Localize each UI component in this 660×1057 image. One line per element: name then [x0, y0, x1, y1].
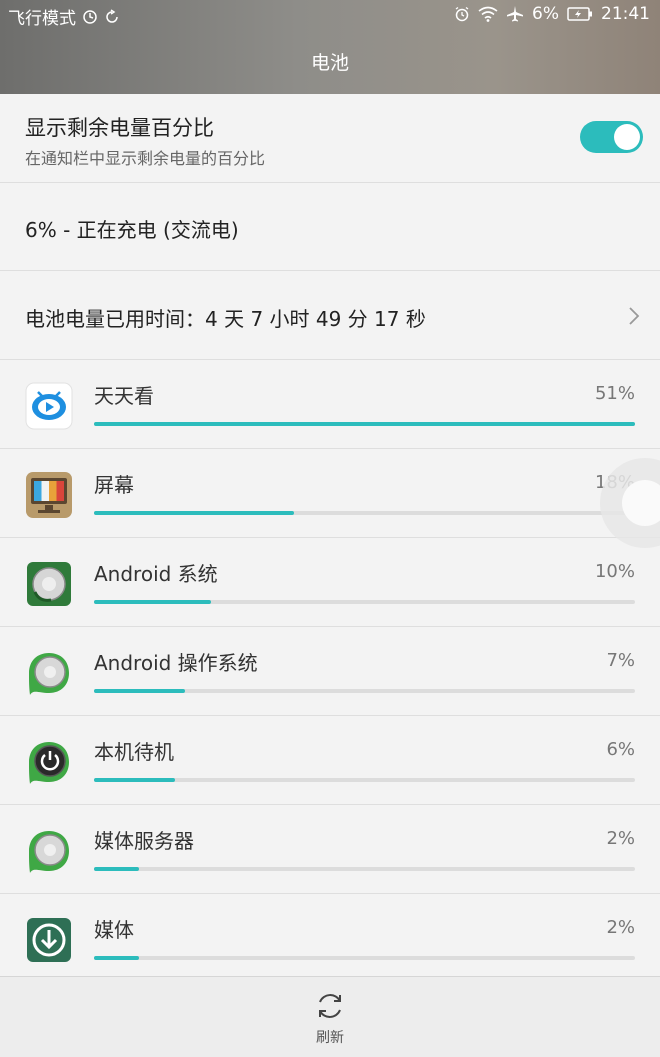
- refresh-label: 刷新: [316, 1030, 344, 1046]
- media-server-icon: [29, 831, 69, 873]
- video-app-icon: [25, 382, 73, 430]
- battery-usage-time-row[interactable]: 电池电量已用时间：4 天 7 小时 49 分 17 秒: [0, 271, 660, 360]
- status-right: 6% 21:41: [454, 4, 650, 24]
- usage-bar-track: [94, 867, 635, 871]
- app-name: 媒体: [94, 918, 134, 942]
- app-percent: 2%: [606, 917, 635, 938]
- usage-bar-fill: [94, 600, 212, 604]
- usage-bar-fill: [94, 422, 635, 426]
- app-name: 屏幕: [94, 473, 134, 497]
- android-system-icon: [27, 562, 71, 606]
- refresh-icon: [319, 994, 341, 1018]
- page-title: 电池: [310, 52, 349, 74]
- usage-bar-track: [94, 956, 635, 960]
- usage-bar-fill: [94, 867, 139, 871]
- app-percent: 51%: [594, 383, 635, 404]
- battery-charging-icon: [567, 7, 592, 21]
- app-name: 本机待机: [94, 740, 174, 764]
- app-percent: 2%: [606, 828, 635, 849]
- airplane-icon: [507, 6, 524, 22]
- alarm-icon: [455, 6, 469, 22]
- charge-status-row: 6% - 正在充电 (交流电): [0, 183, 660, 271]
- app-percent: 10%: [594, 561, 635, 582]
- media-icon: [27, 918, 71, 962]
- usage-bar-track: [94, 689, 635, 693]
- clock: 21:41: [601, 4, 650, 24]
- refresh-button[interactable]: 刷新: [290, 989, 370, 1055]
- battery-percent-status: 6%: [532, 4, 559, 24]
- usage-bar-track: [94, 778, 635, 782]
- app-row[interactable]: Android 系统 10%: [0, 538, 660, 627]
- rotate-icon: [106, 8, 118, 23]
- show-percentage-title: 显示剩余电量百分比: [25, 116, 214, 140]
- screen-icon: [26, 472, 72, 518]
- usage-bar-track: [94, 422, 635, 426]
- usage-bar-fill: [94, 689, 185, 693]
- show-percentage-subtitle: 在通知栏中显示剩余电量的百分比: [25, 149, 266, 168]
- battery-content: 显示剩余电量百分比 在通知栏中显示剩余电量的百分比 6% - 正在充电 (交流电…: [0, 94, 660, 983]
- wifi-icon: [478, 6, 498, 22]
- android-os-icon: [29, 653, 69, 695]
- app-row[interactable]: 屏幕 18%: [0, 449, 660, 538]
- airplane-mode-label: 飞行模式: [8, 9, 76, 29]
- chevron-right-icon: [629, 307, 640, 325]
- app-row[interactable]: 天天看 51%: [0, 360, 660, 449]
- show-percentage-setting[interactable]: 显示剩余电量百分比 在通知栏中显示剩余电量的百分比: [0, 94, 660, 183]
- app-row[interactable]: 本机待机 6%: [0, 716, 660, 805]
- switch-knob: [614, 124, 640, 150]
- app-row[interactable]: Android 操作系统 7%: [0, 627, 660, 716]
- standby-icon: [29, 742, 69, 784]
- app-name: 天天看: [94, 384, 154, 408]
- status-left: 飞行模式: [8, 4, 120, 29]
- show-percentage-switch[interactable]: [580, 121, 643, 153]
- status-bar: 飞行模式 6% 21:41: [0, 0, 660, 32]
- app-name: Android 系统: [94, 562, 218, 586]
- app-name: Android 操作系统: [94, 651, 258, 675]
- app-row[interactable]: 媒体服务器 2%: [0, 805, 660, 894]
- app-usage-list: 天天看 51% 屏幕 18%: [0, 360, 660, 983]
- charge-status-text: 6% - 正在充电 (交流电): [25, 218, 239, 242]
- app-percent: 7%: [606, 650, 635, 671]
- app-name: 媒体服务器: [94, 829, 194, 853]
- floating-assist-inner: [622, 480, 660, 526]
- battery-usage-time-text: 电池电量已用时间：4 天 7 小时 49 分 17 秒: [25, 307, 426, 331]
- bottom-toolbar: 刷新: [0, 976, 660, 1057]
- header: 飞行模式 6% 21:41 电池: [0, 0, 660, 94]
- app-percent: 6%: [606, 739, 635, 760]
- usage-bar-track: [94, 511, 635, 515]
- usage-bar-fill: [94, 778, 175, 782]
- app-row[interactable]: 媒体 2%: [0, 894, 660, 983]
- usage-bar-track: [94, 600, 635, 604]
- sync-icon: [83, 9, 97, 24]
- usage-bar-fill: [94, 511, 295, 515]
- usage-bar-fill: [94, 956, 139, 960]
